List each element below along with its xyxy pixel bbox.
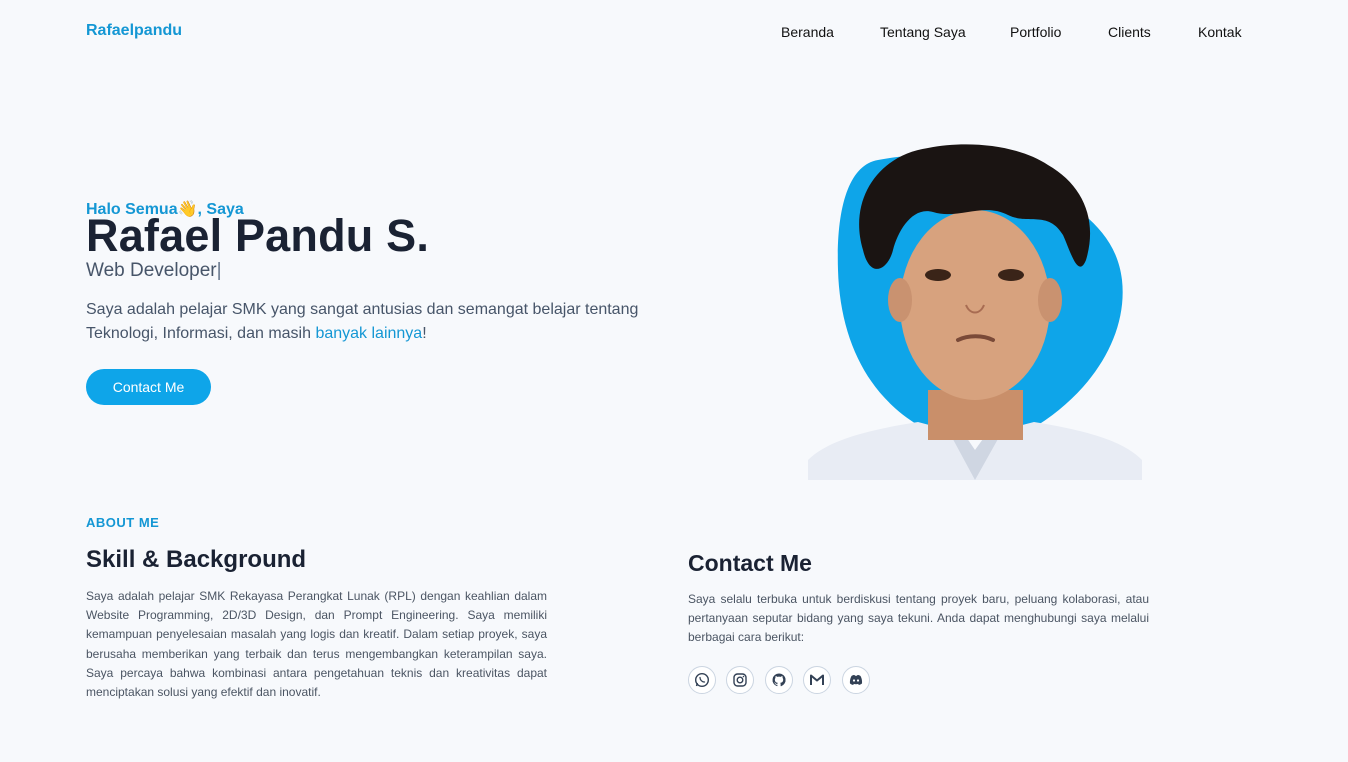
contact-me-button[interactable]: Contact Me [86, 369, 211, 405]
profile-photo [808, 144, 1142, 480]
hero-role-text: Web Developer [86, 260, 217, 281]
nav-portfolio[interactable]: Portfolio [1010, 24, 1061, 40]
contact-title: Contact Me [688, 550, 812, 576]
instagram-icon [733, 673, 747, 687]
discord-icon [849, 675, 863, 685]
gmail-link[interactable] [803, 666, 831, 694]
nav-kontak[interactable]: Kontak [1198, 24, 1242, 40]
hero-intro: Saya adalah pelajar SMK yang sangat antu… [86, 298, 666, 346]
hero-intro-highlight: banyak lainnya [315, 325, 423, 342]
about-kicker: ABOUT ME [86, 515, 160, 530]
contact-description: Saya selalu terbuka untuk berdiskusi ten… [688, 592, 1149, 645]
social-links [688, 666, 888, 694]
instagram-link[interactable] [726, 666, 754, 694]
hero-name: Rafael Pandu S. [86, 210, 430, 261]
typing-caret: | [216, 260, 222, 281]
main-nav: Beranda Tentang Saya Portfolio Clients K… [0, 24, 1348, 44]
nav-beranda[interactable]: Beranda [781, 24, 834, 40]
discord-link[interactable] [842, 666, 870, 694]
portrait-face [900, 210, 1050, 400]
skill-description: Saya adalah pelajar SMK Rekayasa Perangk… [86, 589, 547, 700]
nav-tentang-saya[interactable]: Tentang Saya [880, 24, 966, 40]
hero-intro-end: ! [422, 325, 427, 342]
nav-clients[interactable]: Clients [1108, 24, 1151, 40]
whatsapp-link[interactable] [688, 666, 716, 694]
skill-title: Skill & Background [86, 546, 307, 573]
github-link[interactable] [765, 666, 793, 694]
github-icon [772, 673, 786, 687]
hero-role: Web Developer| [86, 260, 222, 282]
gmail-icon [810, 674, 824, 685]
whatsapp-icon [694, 672, 710, 688]
